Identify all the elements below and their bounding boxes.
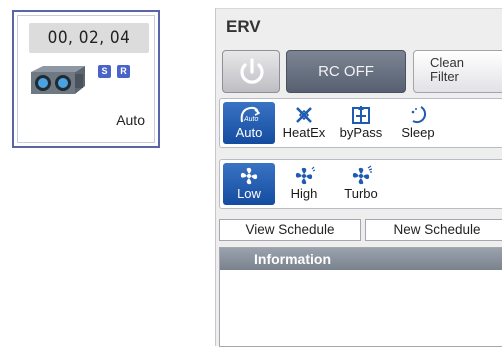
mode-bypass-button[interactable]: byPass bbox=[335, 102, 387, 144]
information-panel: Information bbox=[219, 247, 502, 347]
mode-heatex-label: HeatEx bbox=[282, 125, 326, 140]
clean-filter-line2: Filter bbox=[430, 69, 459, 84]
fan-turbo-button[interactable]: Turbo bbox=[335, 163, 387, 205]
device-mode-label: Auto bbox=[116, 112, 145, 128]
fan-icon bbox=[240, 167, 258, 185]
clean-filter-button[interactable]: Clean Filter bbox=[413, 50, 502, 93]
fan-speed-selector: Low High Turbo bbox=[219, 159, 502, 209]
mode-sleep-button[interactable]: Sleep bbox=[392, 102, 444, 144]
fan-high-label: High bbox=[290, 186, 318, 201]
new-schedule-tab[interactable]: New Schedule bbox=[365, 219, 502, 241]
device-tile-inner: 00, 02, 04 S R Auto bbox=[17, 15, 155, 143]
erv-unit-icon bbox=[31, 66, 85, 94]
information-header: Information bbox=[220, 248, 502, 270]
mode-bypass-label: byPass bbox=[339, 125, 383, 140]
svg-text:Auto: Auto bbox=[243, 116, 259, 123]
mode-auto-label: Auto bbox=[235, 125, 263, 140]
fan-high-button[interactable]: High bbox=[278, 163, 330, 205]
power-button[interactable] bbox=[222, 50, 280, 93]
fan-icon bbox=[295, 166, 315, 185]
bypass-icon bbox=[352, 106, 370, 124]
device-time: 00, 02, 04 bbox=[29, 23, 149, 53]
fan-turbo-label: Turbo bbox=[344, 186, 378, 201]
mode-selector: Auto Auto HeatEx byPass Sleep bbox=[219, 98, 502, 148]
erv-control-panel: ERV RC OFF Clean Filter Auto Auto HeatEx bbox=[215, 8, 502, 347]
fan-low-button[interactable]: Low bbox=[223, 163, 275, 205]
mode-heatex-button[interactable]: HeatEx bbox=[278, 102, 330, 144]
rc-off-button[interactable]: RC OFF bbox=[286, 50, 406, 93]
sleep-icon bbox=[411, 106, 427, 124]
s-badge: S bbox=[98, 65, 111, 78]
clean-filter-line1: Clean bbox=[430, 55, 464, 70]
power-icon bbox=[240, 58, 264, 84]
auto-mode-icon: Auto bbox=[240, 106, 260, 123]
fan-icon bbox=[352, 165, 372, 185]
mode-sleep-label: Sleep bbox=[401, 125, 435, 140]
heat-exchange-icon bbox=[296, 107, 312, 123]
panel-title: ERV bbox=[226, 17, 261, 36]
mode-auto-button[interactable]: Auto Auto bbox=[223, 102, 275, 144]
r-badge: R bbox=[117, 65, 130, 78]
device-tile[interactable]: 00, 02, 04 S R Auto bbox=[12, 10, 160, 148]
view-schedule-tab[interactable]: View Schedule bbox=[219, 219, 361, 241]
fan-low-label: Low bbox=[237, 186, 261, 201]
schedule-tabs: View Schedule New Schedule bbox=[219, 219, 502, 241]
